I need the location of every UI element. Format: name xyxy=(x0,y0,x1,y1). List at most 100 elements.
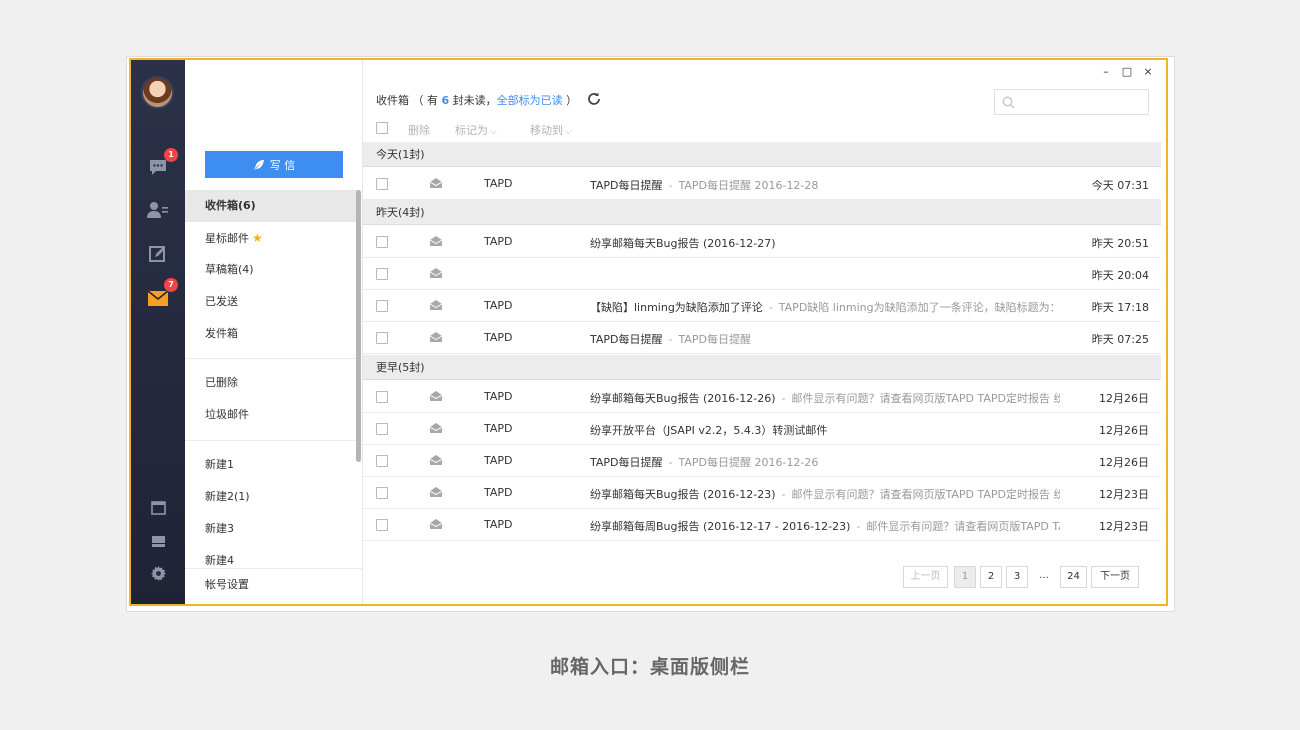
email-checkbox[interactable] xyxy=(376,455,388,467)
envelope-icon xyxy=(429,423,443,436)
mail-window: 1 7 写 信 收件箱(6) 星标邮件 ★ 草稿箱(4) 已发送 发件箱 已删除… xyxy=(129,58,1168,606)
email-checkbox[interactable] xyxy=(376,487,388,499)
subject-separator: - xyxy=(781,392,786,405)
next-page-button[interactable]: 下一页 xyxy=(1091,566,1139,588)
envelope-icon xyxy=(429,300,443,313)
email-sender: TAPD xyxy=(484,454,513,467)
contacts-icon[interactable] xyxy=(146,199,170,221)
email-checkbox[interactable] xyxy=(376,236,388,248)
email-checkbox[interactable] xyxy=(376,332,388,344)
group-yesterday: 昨天(4封) xyxy=(363,200,1161,225)
email-checkbox[interactable] xyxy=(376,268,388,280)
folder-inbox[interactable]: 收件箱(6) xyxy=(185,190,357,222)
subject-separator: - xyxy=(768,301,773,314)
email-checkbox[interactable] xyxy=(376,178,388,190)
maximize-button[interactable]: □ xyxy=(1120,65,1134,78)
folder-sent[interactable]: 已发送 xyxy=(185,286,357,318)
page-2-button[interactable]: 2 xyxy=(980,566,1002,588)
minimize-button[interactable]: – xyxy=(1099,65,1113,78)
avatar[interactable] xyxy=(141,76,174,109)
email-subject: 纷享邮箱每天Bug报告 (2016-12-27) xyxy=(590,237,776,250)
email-row[interactable]: TAPD 纷享邮箱每天Bug报告 (2016-12-23) - 邮件显示有问题？请查看… xyxy=(363,477,1161,509)
app-rail: 1 7 xyxy=(131,60,185,604)
page-3-button[interactable]: 3 xyxy=(1006,566,1028,588)
email-subject-line: TAPD每日提醒 - TAPD每日提醒 2016-12-26 xyxy=(590,454,1060,470)
folder-outbox[interactable]: 发件箱 xyxy=(185,318,357,350)
email-sender: TAPD xyxy=(484,486,513,499)
email-snippet: TAPD缺陷 linming为缺陷添加了一条评论，缺陷标题为：【s... xyxy=(778,301,1060,314)
email-subject: 纷享邮箱每天Bug报告 (2016-12-26) xyxy=(590,392,776,405)
gear-icon[interactable] xyxy=(146,562,170,584)
folder-custom-1[interactable]: 新建1 xyxy=(185,449,357,481)
feather-pen-icon xyxy=(253,159,264,170)
envelope-icon xyxy=(429,268,443,281)
email-row[interactable]: TAPD TAPD每日提醒 - TAPD每日提醒 昨天 07:25 xyxy=(363,322,1161,354)
subject-separator: - xyxy=(668,179,673,192)
email-sender: TAPD xyxy=(484,422,513,435)
envelope-icon xyxy=(429,455,443,468)
email-subject: TAPD每日提醒 xyxy=(590,179,663,192)
email-subject: TAPD每日提醒 xyxy=(590,333,663,346)
envelope-icon xyxy=(429,391,443,404)
email-row[interactable]: TAPD 纷享邮箱每天Bug报告 (2016-12-27) 昨天 20:51 xyxy=(363,226,1161,258)
mark-all-read-link[interactable]: 全部标为已读 xyxy=(497,94,563,107)
page-1-button[interactable]: 1 xyxy=(954,566,976,588)
drive-icon[interactable] xyxy=(146,530,170,552)
email-sender: TAPD xyxy=(484,390,513,403)
folder-divider xyxy=(185,358,357,359)
folder-custom-3[interactable]: 新建3 xyxy=(185,513,357,545)
folder-starred[interactable]: 星标邮件 ★ xyxy=(185,222,357,254)
email-subject: TAPD每日提醒 xyxy=(590,456,663,469)
folder-custom-2[interactable]: 新建2(1) xyxy=(185,481,357,513)
list-header: 收件箱 （ 有 6 封未读，全部标为已读 ） xyxy=(376,92,577,108)
email-subject: 【缺陷】linming为缺陷添加了评论 xyxy=(590,301,763,314)
move-to-button[interactable]: 移动到 ⌵ xyxy=(530,122,572,138)
select-all-checkbox[interactable] xyxy=(376,122,388,134)
group-earlier: 更早(5封) xyxy=(363,355,1161,380)
email-sender: TAPD xyxy=(484,235,513,248)
email-row[interactable]: TAPD TAPD每日提醒 - TAPD每日提醒 2016-12-26 12月26日 xyxy=(363,445,1161,477)
email-sender: TAPD xyxy=(484,331,513,344)
email-time: 12月26日 xyxy=(1099,424,1149,437)
compose-button[interactable]: 写 信 xyxy=(205,151,343,178)
mark-as-button[interactable]: 标记为 ⌵ xyxy=(455,122,497,138)
email-row[interactable]: TAPD 纷享开放平台（JSAPI v2.2，5.4.3）转测试邮件 12月26日 xyxy=(363,413,1161,445)
last-page-button[interactable]: 24 xyxy=(1060,566,1087,588)
email-subject-line: TAPD每日提醒 - TAPD每日提醒 xyxy=(590,331,1060,347)
folder-scrollbar[interactable] xyxy=(356,190,361,462)
email-time: 12月23日 xyxy=(1099,488,1149,501)
note-icon[interactable] xyxy=(146,243,170,265)
subject-separator: - xyxy=(668,456,673,469)
folder-label: 星标邮件 xyxy=(205,232,249,245)
envelope-icon xyxy=(429,332,443,345)
close-button[interactable]: × xyxy=(1141,65,1155,78)
email-snippet: 邮件显示有问题？请查看网页版TAPD TAPD... xyxy=(866,520,1060,533)
email-snippet: TAPD每日提醒 2016-12-26 xyxy=(678,456,819,469)
delete-button[interactable]: 删除 xyxy=(408,122,430,138)
search-icon xyxy=(1002,96,1015,109)
email-checkbox[interactable] xyxy=(376,423,388,435)
folder-spam[interactable]: 垃圾邮件 xyxy=(185,399,357,431)
search-input[interactable] xyxy=(994,89,1149,115)
email-row[interactable]: TAPD TAPD每日提醒 - TAPD每日提醒 2016-12-28 今天 07:31 xyxy=(363,168,1161,200)
email-checkbox[interactable] xyxy=(376,519,388,531)
window-icon[interactable] xyxy=(146,497,170,519)
chevron-down-icon: ⌵ xyxy=(490,127,497,137)
email-row[interactable]: TAPD 纷享邮箱每周Bug报告 (2016-12-17 - 2016-12-23… xyxy=(363,509,1161,541)
prev-page-button[interactable]: 上一页 xyxy=(903,566,948,588)
email-row[interactable]: 昨天 20:04 xyxy=(363,258,1161,290)
refresh-icon[interactable] xyxy=(586,91,602,107)
folder-divider xyxy=(185,440,357,441)
email-snippet: 邮件显示有问题？请查看网页版TAPD TAPD定时报告 纷享... xyxy=(791,488,1061,501)
email-subject: 纷享开放平台（JSAPI v2.2，5.4.3）转测试邮件 xyxy=(590,424,828,437)
email-checkbox[interactable] xyxy=(376,300,388,312)
email-row[interactable]: TAPD 【缺陷】linming为缺陷添加了评论 - TAPD缺陷 linming为缺… xyxy=(363,290,1161,322)
account-settings[interactable]: 帐号设置 xyxy=(185,568,362,604)
group-today: 今天(1封) xyxy=(363,142,1161,167)
envelope-icon xyxy=(429,236,443,249)
folder-deleted[interactable]: 已删除 xyxy=(185,367,357,399)
email-subject-line: 纷享邮箱每天Bug报告 (2016-12-26) - 邮件显示有问题？请查看网页版T… xyxy=(590,390,1060,406)
email-checkbox[interactable] xyxy=(376,391,388,403)
email-row[interactable]: TAPD 纷享邮箱每天Bug报告 (2016-12-26) - 邮件显示有问题？请查看… xyxy=(363,381,1161,413)
folder-drafts[interactable]: 草稿箱(4) xyxy=(185,254,357,286)
